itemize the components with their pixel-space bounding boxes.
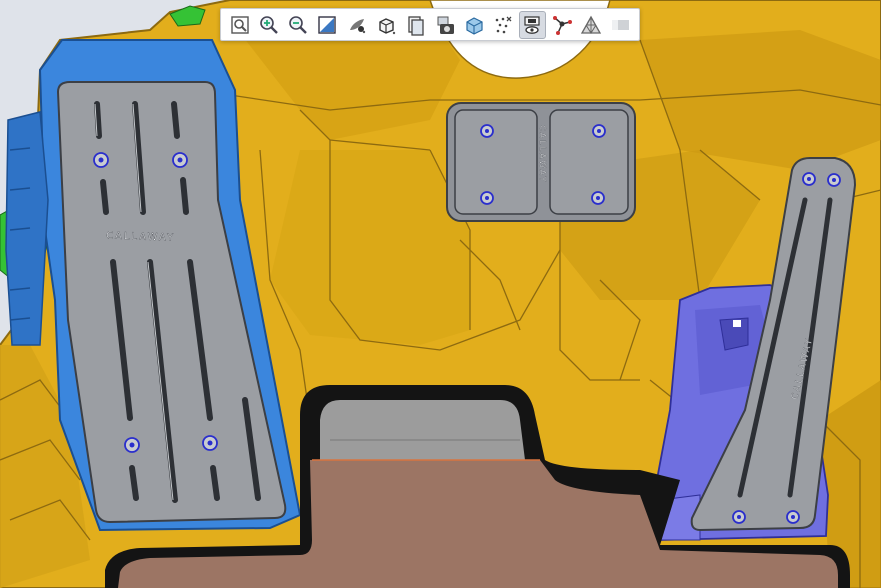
fit-all-icon <box>318 15 337 34</box>
zoom-area-button[interactable] <box>226 11 253 39</box>
zoom-in-button[interactable] <box>255 11 282 39</box>
capture-image-button[interactable] <box>431 11 458 39</box>
section-view-button[interactable] <box>460 11 487 39</box>
render-style-icon <box>349 18 365 33</box>
dead-pedal[interactable]: CALLAWAY <box>446 102 636 222</box>
section-box-icon <box>466 16 483 35</box>
show-hide-points-button[interactable] <box>490 11 517 39</box>
curves-icon <box>552 15 572 35</box>
dead-pedal-logo: CALLAWAY <box>538 125 547 183</box>
camera-icon <box>437 16 454 34</box>
fit-all-button[interactable] <box>314 11 341 39</box>
mesh-icon <box>580 15 602 34</box>
zoom-out-icon <box>289 15 308 34</box>
lighting-icon <box>612 19 630 30</box>
points-icon <box>495 16 512 33</box>
view-orientation-button[interactable] <box>372 11 399 39</box>
3d-viewport[interactable]: CALLAWAY CALLAWAY CALLAWAY <box>0 0 881 588</box>
zoom-in-icon <box>260 15 278 34</box>
visibility-toggle-icon <box>524 15 541 34</box>
view-cube-icon <box>379 17 396 34</box>
view-layout-icon <box>408 15 424 36</box>
view-layout-button[interactable] <box>402 11 429 39</box>
zoom-area-icon <box>230 15 249 34</box>
show-hide-curves-button[interactable] <box>548 11 575 39</box>
view-toolbar <box>220 8 640 41</box>
zoom-out-button[interactable] <box>285 11 312 39</box>
render-style-button[interactable] <box>343 11 370 39</box>
visibility-mode-button[interactable] <box>518 10 547 39</box>
show-hide-mesh-button[interactable] <box>577 11 604 39</box>
lighting-button[interactable] <box>607 11 634 39</box>
